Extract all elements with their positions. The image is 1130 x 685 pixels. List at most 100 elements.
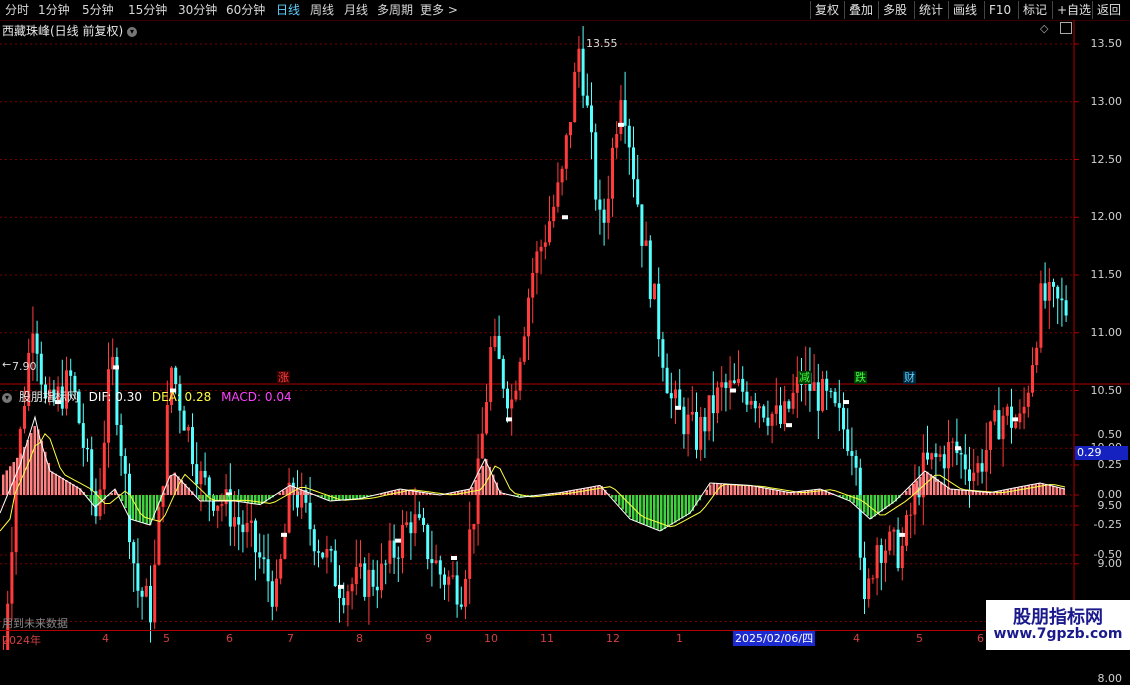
macd-bar	[121, 495, 124, 501]
candle-body	[754, 401, 757, 408]
candle-body	[989, 422, 992, 450]
diamond-icon[interactable]: ◇	[1040, 22, 1048, 35]
candle-body	[355, 567, 358, 584]
candle-body	[703, 417, 706, 431]
macd-bar	[1056, 487, 1059, 495]
macd-bar	[30, 433, 33, 495]
price-tick-label: 12.00	[1091, 210, 1123, 223]
candle-body	[136, 563, 139, 590]
macd-bar	[125, 495, 128, 508]
candle-body	[745, 392, 748, 405]
macd-bar	[139, 495, 142, 522]
date-label: 6	[226, 632, 233, 645]
candle-body	[397, 558, 400, 559]
candle-body	[577, 49, 580, 72]
marker-up-text: 涨	[278, 371, 289, 384]
candle-body	[834, 392, 837, 403]
candle-body	[145, 586, 148, 597]
price-marker	[113, 365, 119, 369]
candle-body	[1027, 393, 1030, 407]
candle-body	[430, 559, 433, 563]
candle-body	[199, 471, 202, 484]
candle-body	[246, 523, 249, 532]
date-label: 7	[287, 632, 294, 645]
macd-bar	[1038, 483, 1041, 495]
candle-body	[456, 575, 459, 604]
chevron-down-icon[interactable]: ▾	[2, 393, 12, 403]
candle-body	[149, 586, 152, 622]
candle-body	[598, 200, 601, 210]
date-highlight: 2025/02/06/四	[733, 631, 815, 646]
marker-reduce[interactable]: 减	[798, 371, 811, 384]
macd-bar	[251, 495, 254, 503]
candle-body	[1014, 422, 1017, 428]
candle-body	[548, 221, 551, 242]
low-price-label: 7.90	[12, 360, 37, 373]
candle-body	[464, 579, 467, 607]
candle-body	[821, 379, 824, 411]
candle-body	[275, 579, 278, 607]
macd-bar	[734, 484, 737, 495]
indicator-tick-label: -0.25	[1094, 518, 1122, 531]
candle-body	[1006, 407, 1009, 416]
indicator-title[interactable]: ▾ 股朋指标网 DIF: 0.30 DEA: 0.28 MACD: 0.04	[2, 388, 298, 405]
macd-bar	[475, 480, 478, 495]
candle-body	[409, 522, 412, 533]
candle-body	[939, 454, 942, 457]
price-marker	[955, 446, 961, 450]
candle-body	[141, 591, 144, 597]
macd-bar	[657, 495, 660, 530]
date-label: 1	[676, 632, 683, 645]
date-label: 5	[916, 632, 923, 645]
macd-bar	[646, 495, 649, 525]
macd-bar	[170, 476, 173, 495]
dea-value: DEA: 0.28	[152, 390, 211, 404]
candle-body	[867, 579, 870, 600]
candle-body	[888, 532, 891, 551]
price-marker	[843, 400, 849, 404]
candle-body	[884, 551, 887, 563]
macd-bar	[881, 495, 884, 511]
macd-bar	[1035, 484, 1038, 495]
macd-bar	[254, 495, 257, 504]
marker-down[interactable]: 跌	[854, 371, 867, 384]
candle-body	[183, 411, 186, 431]
macd-bar	[1052, 486, 1055, 495]
candle-body	[313, 529, 316, 551]
macd-bar	[90, 495, 93, 500]
candle-body	[687, 415, 690, 435]
candle-body	[254, 521, 257, 553]
candle-body	[905, 515, 908, 546]
macd-bar	[142, 495, 145, 523]
candle-body	[611, 148, 614, 199]
macd-bar	[905, 491, 908, 495]
price-marker	[1012, 417, 1018, 421]
marker-up[interactable]: 涨	[277, 371, 290, 384]
marker-finance[interactable]: 财	[903, 371, 916, 384]
candle-body	[279, 559, 282, 579]
arrow-left-icon: ←	[2, 358, 11, 371]
chart-canvas[interactable]	[0, 0, 1130, 650]
macd-bar	[244, 495, 247, 502]
price-marker	[730, 389, 736, 393]
candle-body	[779, 405, 782, 424]
candle-body	[934, 453, 937, 457]
date-label: 4	[853, 632, 860, 645]
macd-bar	[842, 495, 845, 498]
price-marker	[675, 406, 681, 410]
candle-body	[628, 126, 631, 148]
candle-body	[472, 524, 475, 530]
macd-bar	[807, 491, 810, 495]
macd-bar	[643, 495, 646, 524]
macd-bar	[933, 477, 936, 495]
macd-bar	[58, 476, 61, 495]
macd-bar	[1042, 483, 1045, 495]
macd-bar	[1017, 487, 1020, 495]
price-marker	[786, 423, 792, 427]
candle-body	[191, 427, 194, 464]
date-label: 10	[484, 632, 498, 645]
price-tick-label: 11.00	[1091, 326, 1123, 339]
layout-icon[interactable]	[1060, 22, 1072, 34]
macd-bar	[345, 495, 348, 500]
candle-body	[384, 564, 387, 565]
